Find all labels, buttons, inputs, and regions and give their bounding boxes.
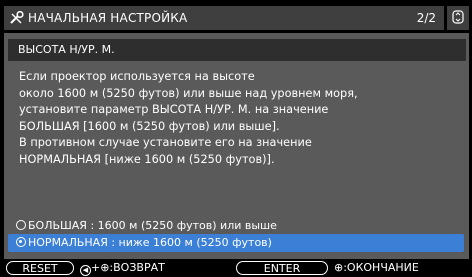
title-bar: НАЧАЛЬНАЯ НАСТРОЙКА 2/2 [4, 6, 444, 30]
description-line: В противном случае установите его на зна… [19, 136, 312, 149]
page-title: НАЧАЛЬНАЯ НАСТРОЙКА [28, 11, 188, 25]
description-line: НОРМАЛЬНАЯ [ниже 1600 м (5250 футов)]. [19, 152, 275, 166]
description-line: около 1600 м (5250 футов) или выше над у… [19, 86, 358, 100]
option-label: БОЛЬШАЯ : 1600 м (5250 футов) или выше [28, 219, 277, 232]
back-hint-text: +⊕:ВОЗВРАТ [91, 261, 165, 274]
description-line: Если проектор используется на высоте [19, 70, 255, 83]
option-label: НОРМАЛЬНАЯ : ниже 1600 м (5250 футов) [28, 236, 272, 249]
description-line: установите параметр ВЫСОТА Н/УР. М. на з… [19, 103, 329, 116]
osd-screen: НАЧАЛЬНАЯ НАСТРОЙКА 2/2 ВЫСОТА Н/УР. М. … [0, 0, 472, 277]
section-heading: ВЫСОТА Н/УР. М. [8, 39, 466, 61]
finish-hint: ⊕:ОКОНЧАНИЕ [334, 261, 419, 274]
scroll-button[interactable] [447, 6, 469, 30]
content-panel: ВЫСОТА Н/УР. М. Если проектор использует… [4, 33, 469, 259]
description-text: Если проектор используется на высоте око… [19, 69, 358, 168]
option-normal-altitude[interactable]: НОРМАЛЬНАЯ : ниже 1600 м (5250 футов) [8, 234, 464, 252]
enter-button[interactable]: ENTER [236, 261, 328, 275]
footer-hints: RESET ◀ +⊕:ВОЗВРАТ ENTER ⊕:ОКОНЧАНИЕ [0, 259, 472, 277]
left-arrow-key-icon: ◀ [80, 265, 91, 276]
page-indicator: 2/2 [416, 11, 436, 25]
reset-button[interactable]: RESET [6, 261, 74, 275]
option-high-altitude[interactable]: БОЛЬШАЯ : 1600 м (5250 футов) или выше [8, 217, 464, 235]
radio-on-icon [16, 237, 26, 247]
description-line: БОЛЬШАЯ [1600 м (5250 футов) или выше]. [19, 119, 280, 133]
scroll-up-down-icon [452, 9, 464, 28]
radio-off-icon [16, 220, 26, 230]
back-hint: ◀ +⊕:ВОЗВРАТ [80, 261, 165, 276]
settings-tools-icon [6, 6, 28, 30]
